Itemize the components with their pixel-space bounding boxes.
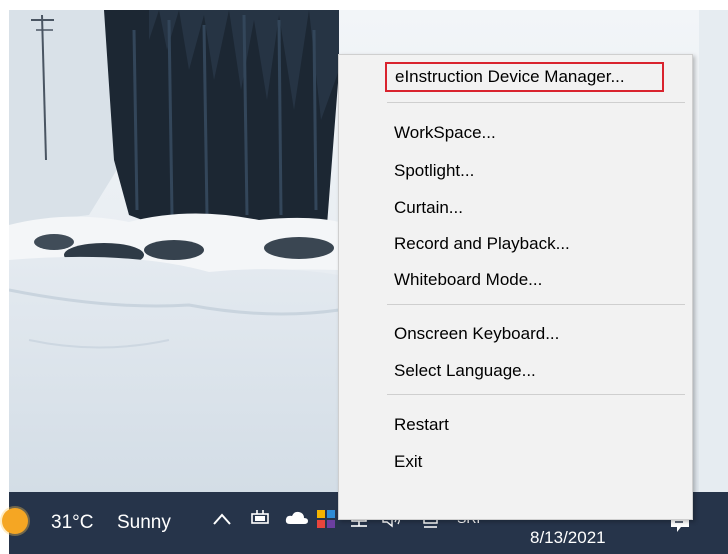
taskbar-date[interactable]: 8/13/2021 (530, 528, 606, 548)
menu-item-workspace[interactable]: WorkSpace... (394, 122, 496, 144)
chevron-up-icon[interactable] (212, 512, 232, 526)
menu-item-curtain[interactable]: Curtain... (394, 197, 463, 219)
weather-temperature[interactable]: 31°C (51, 512, 93, 534)
menu-separator (387, 304, 685, 305)
menu-item-exit[interactable]: Exit (394, 451, 422, 473)
context-menu: eInstruction Device Manager... WorkSpace… (338, 54, 693, 520)
menu-item-record-playback[interactable]: Record and Playback... (394, 233, 570, 255)
menu-item-onscreen-keyboard[interactable]: Onscreen Keyboard... (394, 323, 559, 345)
menu-item-device-manager[interactable]: eInstruction Device Manager... (385, 62, 664, 92)
weather-condition[interactable]: Sunny (117, 512, 171, 534)
menu-item-whiteboard-mode[interactable]: Whiteboard Mode... (394, 269, 542, 291)
cloud-icon[interactable] (285, 510, 309, 526)
sun-icon[interactable] (2, 508, 28, 534)
app-icon[interactable] (316, 509, 336, 529)
menu-item-select-language[interactable]: Select Language... (394, 360, 536, 382)
menu-item-restart[interactable]: Restart (394, 414, 449, 436)
menu-separator (387, 394, 685, 395)
menu-separator (387, 102, 685, 103)
battery-icon[interactable] (249, 509, 271, 527)
menu-item-spotlight[interactable]: Spotlight... (394, 160, 474, 182)
